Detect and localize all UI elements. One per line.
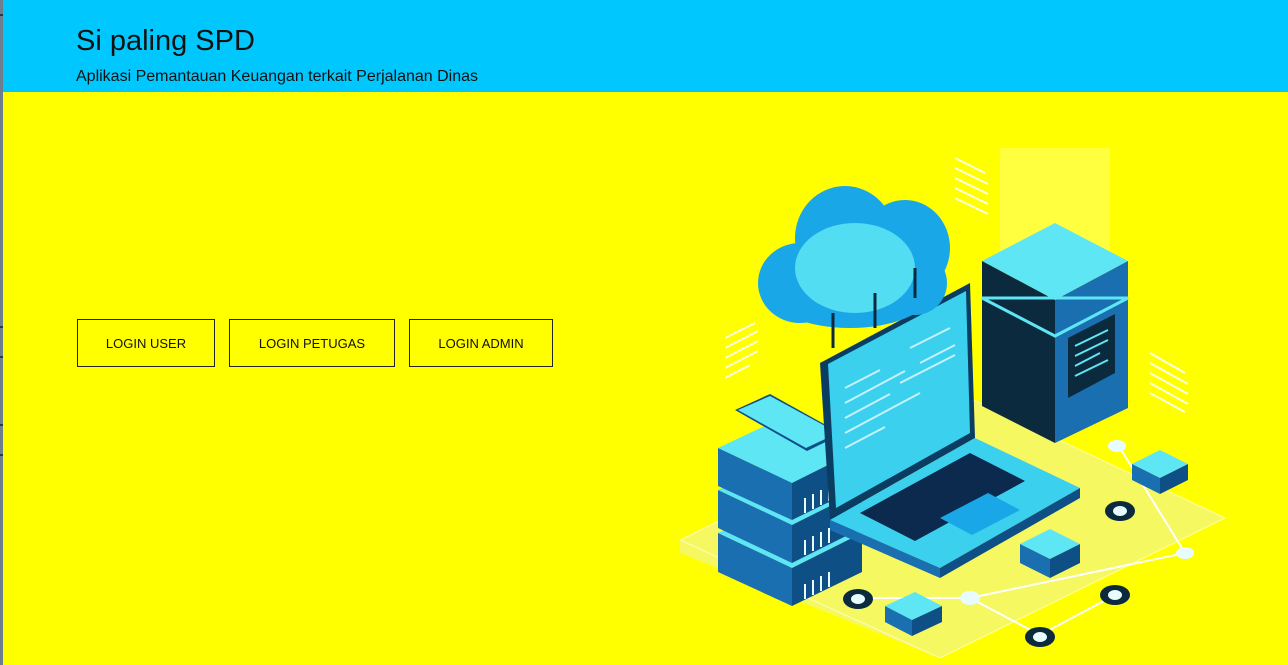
app-subtitle: Aplikasi Pemantauan Keuangan terkait Per… [76, 68, 479, 85]
login-admin-button[interactable]: LOGIN ADMIN [409, 319, 553, 367]
server-tower-right [981, 148, 1129, 443]
app-title: Si paling SPD [76, 25, 255, 57]
login-user-button[interactable]: LOGIN USER [77, 319, 215, 367]
window-left-edge [0, 0, 3, 665]
login-petugas-button[interactable]: LOGIN PETUGAS [229, 319, 395, 367]
app-header: Si paling SPD Aplikasi Pemantauan Keuang… [3, 0, 1288, 92]
cloud-server-laptop-illustration [678, 148, 1227, 658]
